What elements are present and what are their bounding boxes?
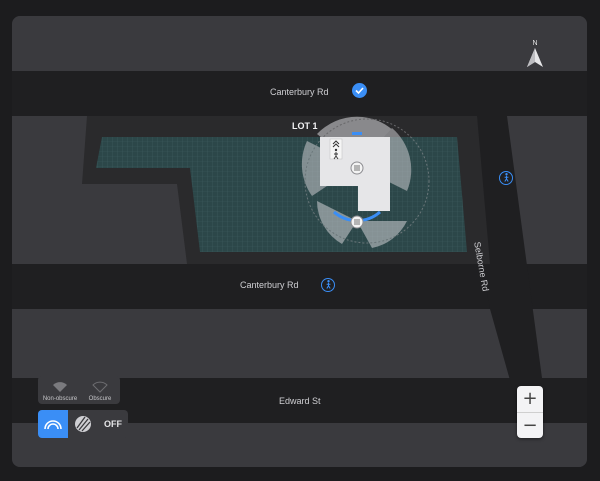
obscure-option[interactable]: Obscure bbox=[80, 378, 120, 402]
non-obscure-label: Non-obscure bbox=[42, 396, 78, 402]
obscure-icon bbox=[92, 381, 108, 393]
mode-toggle-bar: OFF bbox=[38, 410, 128, 438]
north-label: N bbox=[532, 40, 538, 47]
pedestrian-icon-right[interactable] bbox=[499, 171, 513, 185]
non-obscure-option[interactable]: Non-obscure bbox=[40, 378, 80, 402]
zoom-control: + − bbox=[517, 386, 543, 438]
hatch-mode-button[interactable] bbox=[68, 410, 98, 438]
lot-label: LOT 1 bbox=[292, 121, 318, 131]
hatch-circle-icon bbox=[75, 416, 91, 432]
obscure-label: Obscure bbox=[88, 396, 112, 402]
north-indicator: N bbox=[525, 40, 545, 74]
wifi-icon bbox=[53, 382, 67, 392]
confirmed-check-icon[interactable] bbox=[352, 83, 367, 98]
road-label-canterbury-middle: Canterbury Rd bbox=[240, 280, 299, 290]
road-label-canterbury-top: Canterbury Rd bbox=[270, 87, 329, 97]
map-view[interactable]: LOT 1 Canterbury Rd Canterbury Rd Selbor… bbox=[12, 16, 587, 467]
off-mode-button[interactable]: OFF bbox=[98, 410, 128, 438]
top-marker bbox=[352, 132, 362, 135]
zoom-out-button[interactable]: − bbox=[517, 413, 543, 438]
obscure-toggle-panel: Non-obscure Obscure bbox=[38, 376, 120, 404]
pedestrian-icon[interactable] bbox=[321, 278, 335, 292]
arc-icon bbox=[44, 420, 62, 430]
zoom-in-button[interactable]: + bbox=[517, 386, 543, 412]
north-arrow-icon bbox=[527, 48, 543, 67]
road-label-edward: Edward St bbox=[279, 396, 321, 406]
arc-mode-button[interactable] bbox=[38, 410, 68, 438]
